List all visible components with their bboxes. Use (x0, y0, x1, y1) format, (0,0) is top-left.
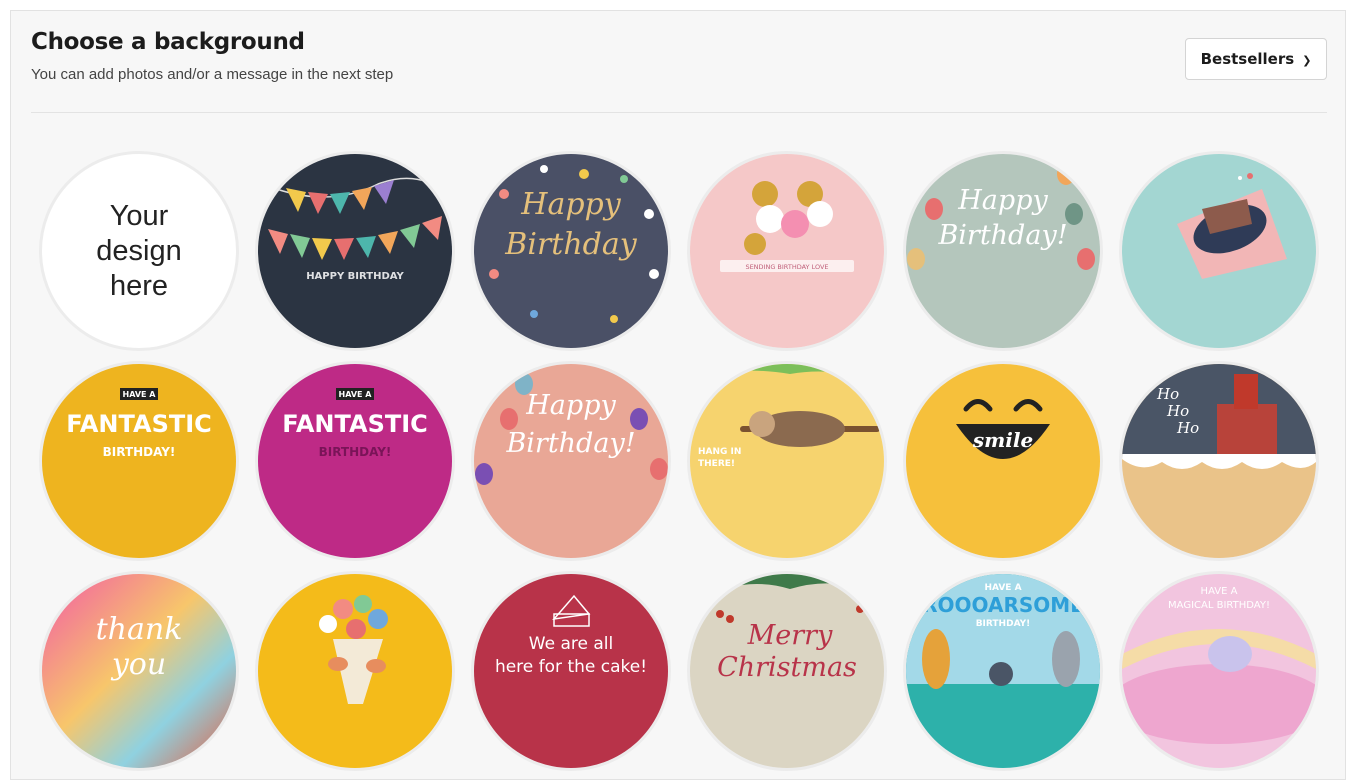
hearts-artwork: SENDING BIRTHDAY LOVE (690, 154, 884, 348)
christmas-line-1: Merry (747, 620, 833, 651)
design-tile-happy-birthday-bunting[interactable]: HAPPY BIRTHDAY (255, 151, 455, 351)
design-tile-ho-ho-ho[interactable]: Ho Ho Ho (1119, 361, 1319, 561)
design-tile-rooarsome-birthday[interactable]: HAVE A ROOOARSOME BIRTHDAY! (903, 571, 1103, 771)
sort-selected-label: Bestsellers (1200, 50, 1295, 68)
ho-line-2: Ho (1166, 402, 1189, 420)
your-design-line-1: Your design (96, 199, 182, 267)
design-tile-cake-slice[interactable] (1119, 151, 1319, 351)
your-design-line-2: here (109, 269, 169, 302)
sloth-line-1: HANG IN (698, 447, 741, 457)
roar-line-2: ROOOARSOME (922, 593, 1084, 617)
roar-line-1: HAVE A (984, 583, 1021, 593)
magical-line-1: HAVE A (1201, 586, 1238, 597)
sloth-line-2: THERE! (698, 459, 735, 469)
design-tile-your-design[interactable]: Your design here (39, 151, 239, 351)
yellow-line-2: FANTASTIC (66, 410, 212, 438)
magenta-line-3: BIRTHDAY! (319, 445, 392, 459)
design-tile-hang-in-there-sloth[interactable]: HANG IN THERE! (687, 361, 887, 561)
balloons-artwork: Happy Birthday! (906, 154, 1100, 348)
design-tile-happy-birthday-navy[interactable]: Happy Birthday (471, 151, 671, 351)
design-tile-happy-birthday-peach[interactable]: Happy Birthday! (471, 361, 671, 561)
cake-line-1: We are all (529, 634, 613, 654)
cake-line-2: here for the cake! (495, 657, 647, 677)
header-divider (31, 112, 1327, 113)
bouquet-artwork (258, 574, 452, 768)
peach-line-2: Birthday! (505, 428, 635, 459)
design-tile-flower-bouquet[interactable] (255, 571, 455, 771)
cake-quote-artwork: We are all here for the cake! (474, 574, 668, 768)
ho-line-3: Ho (1176, 419, 1199, 437)
thank-line-1: thank (96, 612, 183, 647)
peach-line-1: Happy (525, 390, 616, 421)
your-design-label: Your design here (79, 199, 199, 304)
christmas-line-2: Christmas (717, 652, 857, 683)
sort-dropdown[interactable]: Bestsellers ❯ (1185, 38, 1327, 80)
ho-line-1: Ho (1156, 385, 1179, 403)
sage-line-2: Birthday! (937, 220, 1067, 251)
magical-line-2: MAGICAL BIRTHDAY! (1168, 600, 1270, 611)
dinosaur-artwork: HAVE A ROOOARSOME BIRTHDAY! (906, 574, 1100, 768)
design-tile-happy-birthday-sage[interactable]: Happy Birthday! (903, 151, 1103, 351)
bunting-artwork: HAPPY BIRTHDAY (258, 154, 452, 348)
design-tile-thank-you[interactable]: thank you (39, 571, 239, 771)
thank-you-artwork: thank you (42, 574, 236, 768)
navy-line-1: Happy (520, 187, 621, 222)
cake-slice-artwork (1122, 154, 1316, 348)
yellow-line-3: BIRTHDAY! (103, 445, 176, 459)
page-subtitle: You can add photos and/or a message in t… (31, 66, 394, 83)
page-title: Choose a background (31, 29, 305, 55)
design-tile-sending-birthday-love[interactable]: SENDING BIRTHDAY LOVE (687, 151, 887, 351)
confetti-artwork: Happy Birthday (474, 154, 668, 348)
design-tile-fantastic-birthday-yellow[interactable]: HAVE A FANTASTIC BIRTHDAY! (39, 361, 239, 561)
sage-line-1: Happy (957, 185, 1048, 216)
design-tile-fantastic-birthday-magenta[interactable]: HAVE A FANTASTIC BIRTHDAY! (255, 361, 455, 561)
love-text: SENDING BIRTHDAY LOVE (745, 263, 828, 271)
sloth-artwork: HANG IN THERE! (690, 364, 884, 558)
christmas-artwork: Merry Christmas (690, 574, 884, 768)
navy-line-2: Birthday (504, 227, 637, 262)
thank-line-2: you (110, 647, 166, 682)
ho-ho-ho-artwork: Ho Ho Ho (1122, 364, 1316, 558)
design-tile-merry-christmas[interactable]: Merry Christmas (687, 571, 887, 771)
magenta-line-2: FANTASTIC (282, 410, 428, 438)
yellow-line-1: HAVE A (123, 390, 157, 399)
design-tile-magical-birthday[interactable]: HAVE A MAGICAL BIRTHDAY! (1119, 571, 1319, 771)
bunting-text: HAPPY BIRTHDAY (306, 271, 404, 282)
roar-line-3: BIRTHDAY! (976, 619, 1031, 629)
chevron-down-icon: ❯ (1302, 53, 1312, 67)
fantastic-magenta-artwork: HAVE A FANTASTIC BIRTHDAY! (258, 364, 452, 558)
smile-artwork: smile (906, 364, 1100, 558)
smile-text: smile (972, 428, 1033, 452)
peach-balloons-artwork: Happy Birthday! (474, 364, 668, 558)
design-tile-here-for-the-cake[interactable]: We are all here for the cake! (471, 571, 671, 771)
fantastic-yellow-artwork: HAVE A FANTASTIC BIRTHDAY! (42, 364, 236, 558)
design-tile-smile[interactable]: smile (903, 361, 1103, 561)
unicorn-artwork: HAVE A MAGICAL BIRTHDAY! (1122, 574, 1316, 768)
magenta-line-1: HAVE A (339, 390, 373, 399)
